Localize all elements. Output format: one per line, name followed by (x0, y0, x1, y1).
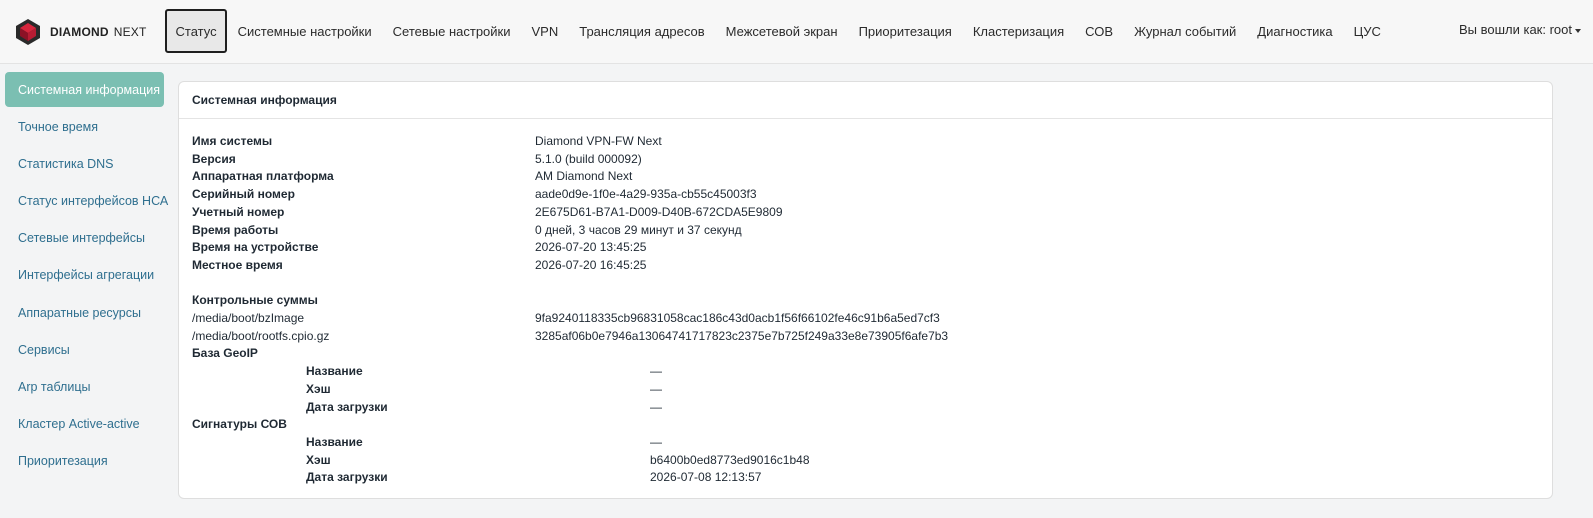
info-label: Хэш (306, 452, 331, 467)
info-label: Название (306, 364, 363, 379)
info-label: Сигнатуры СОВ (192, 417, 287, 432)
user-menu-label: Вы вошли как: root (1458, 22, 1572, 37)
sidebar-item[interactable]: Статус интерфейсов НСА (5, 184, 168, 219)
sidebar-item[interactable]: Интерфейсы агрегации (5, 258, 164, 293)
info-label: /media/boot/bzImage (192, 311, 305, 325)
nav-tab[interactable]: Приоритезация (848, 9, 962, 53)
nav-tab[interactable]: Кластеризация (962, 9, 1074, 53)
info-value: 5.1.0 (build 000092) (535, 151, 642, 166)
info-label: Местное время (192, 257, 283, 272)
info-label: /media/boot/rootfs.cpio.gz (192, 328, 330, 343)
info-label: Аппаратная платформа (192, 169, 334, 184)
panel-title: Системная информация (179, 82, 1552, 119)
user-menu[interactable]: Вы вошли как: root (1459, 22, 1581, 37)
info-label: Версия (192, 151, 236, 166)
info-value: — (650, 399, 662, 414)
info-value: AM Diamond Next (535, 169, 633, 184)
sidebar-item[interactable]: Кластер Active-active (5, 407, 164, 442)
main-nav: Статус Системные настройки Сетевые настрой… (165, 9, 1391, 53)
sidebar-item[interactable]: Статистика DNS (5, 146, 164, 181)
sidebar-item[interactable]: Arp таблицы (5, 370, 164, 405)
info-label: Хэш (306, 381, 331, 396)
sidebar-item[interactable]: Точное время (5, 109, 164, 144)
nav-tab[interactable]: Системные настройки (227, 9, 382, 53)
info-value: 2E675D61-B7A1-D009-D40B-672CDA5E9809 (535, 204, 783, 219)
info-label: Название (306, 434, 363, 449)
info-value: b6400b0ed8773ed9016c1b48 (650, 452, 810, 467)
system-info-panel: Системная информация Имя системы Diamond … (178, 81, 1553, 499)
info-value: 2026-07-20 13:45:25 (535, 240, 647, 255)
info-label: Контрольные суммы (192, 293, 318, 308)
nav-tab[interactable]: ЦУС (1343, 9, 1391, 53)
sidebar-item[interactable]: Приоритезация (5, 444, 164, 479)
sidebar-item[interactable]: Аппаратные ресурсы (5, 295, 164, 330)
info-label: Имя системы (192, 134, 273, 148)
brand-suffix: NEXT (113, 25, 147, 39)
nav-tab[interactable]: СОВ (1075, 9, 1124, 53)
info-value: — (650, 434, 662, 449)
brand-logo-link[interactable]: DIAMOND NEXT (14, 17, 147, 47)
info-value: 2026-07-08 12:13:57 (650, 470, 762, 485)
nav-tab[interactable]: Журнал событий (1124, 9, 1247, 53)
info-label: Время работы (192, 222, 279, 237)
info-label: Время на устройстве (192, 240, 319, 255)
brand-name: DIAMOND (50, 25, 109, 39)
sidebar: Системная информация Точное время Статисти… (0, 72, 170, 481)
info-label: Дата загрузки (306, 399, 388, 414)
info-value: — (650, 364, 662, 379)
nav-tab[interactable]: Трансляция адресов (569, 9, 715, 53)
nav-tab[interactable]: Межсетевой экран (715, 9, 848, 53)
info-value: 3285af06b0e7946a13064741717823c2375e7b72… (535, 328, 949, 343)
nav-tab[interactable]: VPN (521, 9, 569, 53)
top-navbar: DIAMOND NEXT Статус Системные настройки Се… (0, 0, 1593, 64)
info-label: Дата загрузки (306, 470, 388, 485)
info-value: Diamond VPN-FW Next (535, 134, 662, 148)
nav-tab[interactable]: Диагностика (1247, 9, 1343, 53)
info-value: — (650, 381, 662, 396)
info-value: 0 дней, 3 часов 29 минут и 37 секунд (535, 222, 742, 237)
sidebar-item[interactable]: Сетевые интерфейсы (5, 221, 164, 256)
info-value: aade0d9e-1f0e-4a29-935a-cb55c45003f3 (535, 187, 757, 202)
diamond-logo-icon (16, 19, 40, 45)
nav-tab[interactable]: Статус (165, 9, 228, 53)
info-value: 9fa9240118335cb96831058cac186c43d0acb1f5… (535, 311, 940, 325)
sidebar-item[interactable]: Системная информация (5, 72, 164, 107)
info-label: Серийный номер (192, 187, 295, 202)
caret-down-icon (1575, 28, 1581, 33)
info-value: 2026-07-20 16:45:25 (535, 257, 647, 272)
info-label: База GeoIP (192, 346, 258, 361)
nav-tab[interactable]: Сетевые настройки (382, 9, 521, 53)
sidebar-item[interactable]: Сервисы (5, 332, 164, 367)
info-label: Учетный номер (192, 204, 285, 219)
